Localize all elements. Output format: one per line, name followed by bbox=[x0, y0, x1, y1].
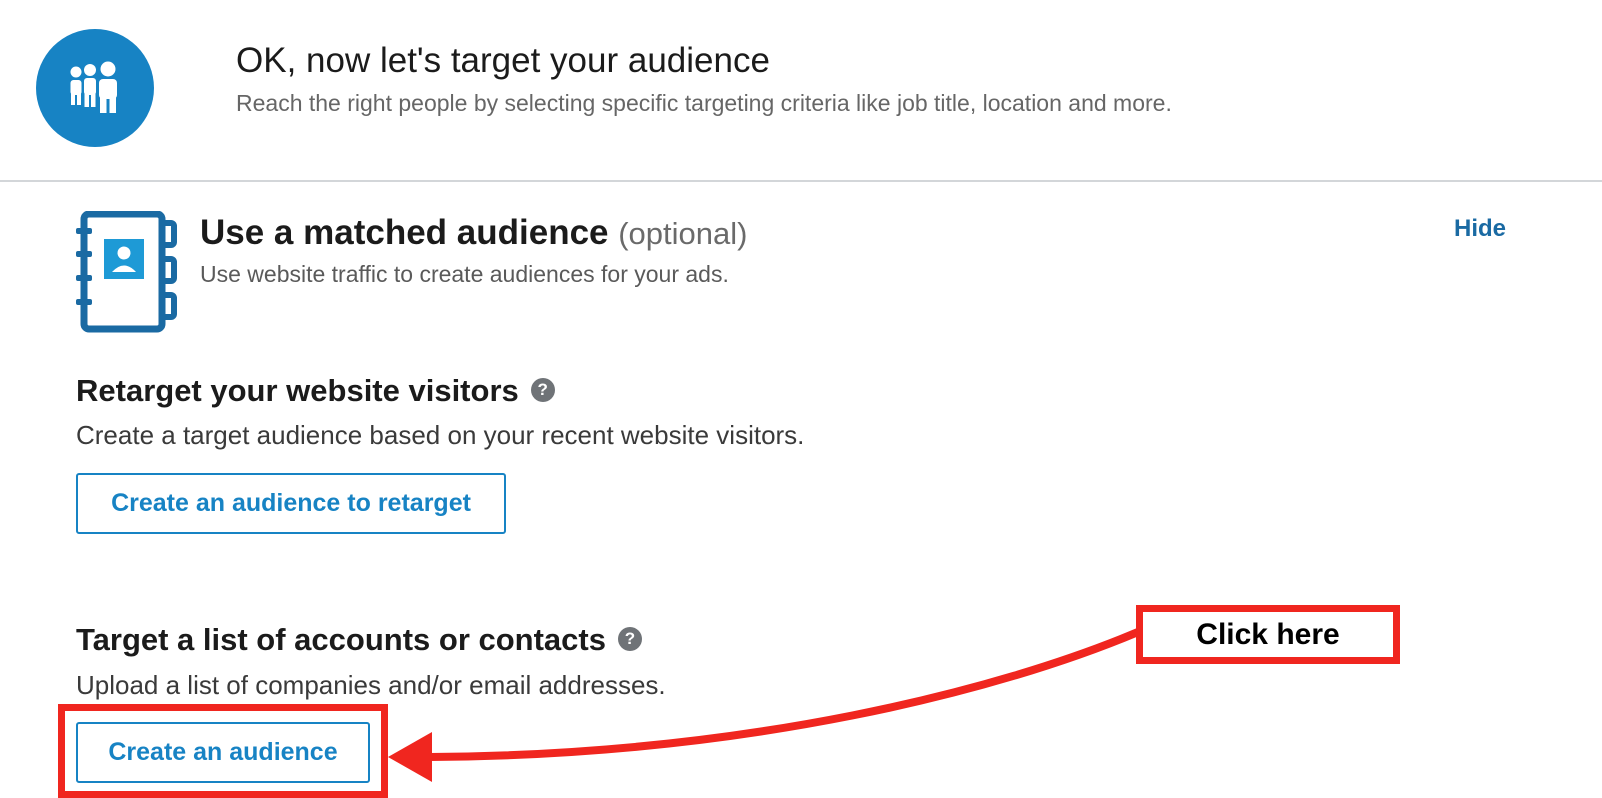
audience-group-icon bbox=[70, 61, 117, 113]
optional-label: (optional) bbox=[618, 216, 748, 251]
list-targeting-description: Upload a list of companies and/or email … bbox=[76, 670, 666, 700]
help-icon[interactable]: ? bbox=[530, 377, 555, 402]
retarget-description: Create a target audience based on your r… bbox=[76, 420, 805, 450]
retarget-heading: Retarget your website visitors? bbox=[76, 373, 555, 409]
annotation-callout: Click here bbox=[1136, 605, 1400, 664]
list-targeting-heading-text: Target a list of accounts or contacts bbox=[76, 622, 606, 657]
matched-audience-subtitle: Use website traffic to create audiences … bbox=[200, 261, 729, 287]
audience-avatar bbox=[36, 29, 154, 147]
list-targeting-heading: Target a list of accounts or contacts? bbox=[76, 622, 642, 658]
annotation-highlight-box bbox=[58, 704, 388, 798]
matched-audience-title-text: Use a matched audience bbox=[200, 213, 609, 252]
contact-book-icon bbox=[76, 211, 177, 333]
hide-link[interactable]: Hide bbox=[1454, 215, 1506, 243]
help-icon[interactable]: ? bbox=[617, 626, 642, 651]
header-divider bbox=[0, 180, 1602, 182]
create-retarget-audience-button[interactable]: Create an audience to retarget bbox=[76, 473, 506, 534]
retarget-heading-text: Retarget your website visitors bbox=[76, 373, 519, 408]
matched-audience-title: Use a matched audience (optional) bbox=[200, 213, 747, 253]
page-title: OK, now let's target your audience bbox=[236, 41, 770, 80]
page-subtitle: Reach the right people by selecting spec… bbox=[236, 90, 1172, 116]
